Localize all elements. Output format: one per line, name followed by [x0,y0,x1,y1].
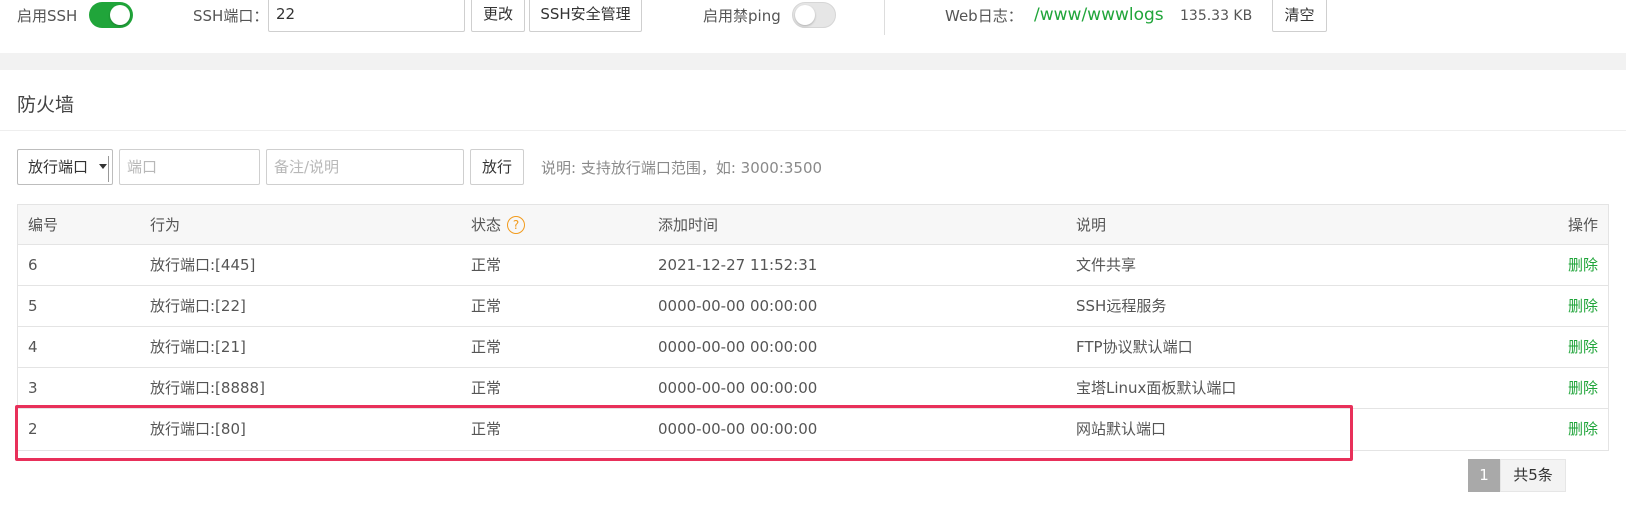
port-input-placeholder: 端口 [127,158,158,176]
header-time: 添加时间 [658,216,719,234]
table-row: 3 放行端口:[8888] 正常 0000-00-00 00:00:00 宝塔L… [18,368,1608,409]
weblog-path-link[interactable]: /www/wwwlogs [1034,4,1164,26]
delete-link[interactable]: 删除 [1568,286,1598,326]
delete-link[interactable]: 删除 [1568,368,1598,408]
row-id: 5 [28,297,38,315]
ssh-toggle-knob [110,5,130,25]
row-id: 3 [28,379,38,397]
header-action: 行为 [150,216,181,234]
row-note: SSH远程服务 [1076,297,1167,315]
section-separator [0,53,1626,70]
port-input[interactable]: 端口 [119,149,260,185]
table-header: 编号 行为 状态? 添加时间 说明 操作 [18,205,1608,245]
ping-disable-label: 启用禁ping [703,7,781,25]
row-note: 文件共享 [1076,256,1137,274]
weblog-size: 135.33 KB [1180,8,1253,24]
row-highlight-box [15,405,1353,461]
row-action: 放行端口:[8888] [150,379,265,397]
delete-link[interactable]: 删除 [1568,327,1598,367]
firewall-hint: 说明: 支持放行端口范围，如: 3000:3500 [541,159,823,177]
ssh-port-value: 22 [276,5,296,23]
header-id: 编号 [28,216,59,234]
pagination-total: 共5条 [1500,459,1566,492]
ssh-toggle[interactable] [89,2,133,28]
select-edge [108,156,112,182]
top-bar-divider [884,0,885,35]
firewall-title: 防火墙 [17,94,75,116]
ping-toggle-knob [795,5,815,25]
row-status: 正常 [471,256,502,274]
ssh-enable-label: 启用SSH [17,7,78,25]
header-status: 状态? [471,205,526,245]
table-row: 4 放行端口:[21] 正常 0000-00-00 00:00:00 FTP协议… [18,327,1608,368]
firewall-title-divider [0,130,1626,131]
chevron-down-icon [99,164,107,169]
ssh-port-change-button[interactable]: 更改 [471,0,525,32]
pagination-current-page[interactable]: 1 [1468,459,1500,492]
ssh-security-button[interactable]: SSH安全管理 [529,0,642,32]
rule-type-select[interactable]: 放行端口 [17,149,113,185]
rule-type-selected: 放行端口 [28,158,89,176]
ssh-port-label: SSH端口： [193,7,269,25]
table-row: 5 放行端口:[22] 正常 0000-00-00 00:00:00 SSH远程… [18,286,1608,327]
header-status-label: 状态 [471,216,502,234]
row-time: 0000-00-00 00:00:00 [658,297,818,315]
row-status: 正常 [471,297,502,315]
row-id: 4 [28,338,38,356]
row-note: FTP协议默认端口 [1076,338,1193,356]
ssh-port-input[interactable]: 22 [268,0,465,32]
row-status: 正常 [471,379,502,397]
weblog-label: Web日志： [945,7,1023,25]
row-status: 正常 [471,338,502,356]
weblog-clear-button[interactable]: 清空 [1272,0,1327,32]
row-action: 放行端口:[445] [150,256,256,274]
row-time: 2021-12-27 11:52:31 [658,256,818,274]
allow-button[interactable]: 放行 [470,149,524,185]
header-op: 操作 [1567,216,1598,234]
note-input-placeholder: 备注/说明 [274,158,340,176]
row-id: 6 [28,256,38,274]
row-note: 宝塔Linux面板默认端口 [1076,379,1237,397]
help-icon[interactable]: ? [507,215,526,234]
row-action: 放行端口:[22] [150,297,246,315]
row-time: 0000-00-00 00:00:00 [658,338,818,356]
ping-toggle[interactable] [792,2,836,28]
row-time: 0000-00-00 00:00:00 [658,379,818,397]
delete-link[interactable]: 删除 [1568,409,1598,449]
row-action: 放行端口:[21] [150,338,246,356]
note-input[interactable]: 备注/说明 [266,149,464,185]
header-note: 说明 [1076,216,1107,234]
delete-link[interactable]: 删除 [1568,245,1598,285]
table-row: 6 放行端口:[445] 正常 2021-12-27 11:52:31 文件共享… [18,245,1608,286]
